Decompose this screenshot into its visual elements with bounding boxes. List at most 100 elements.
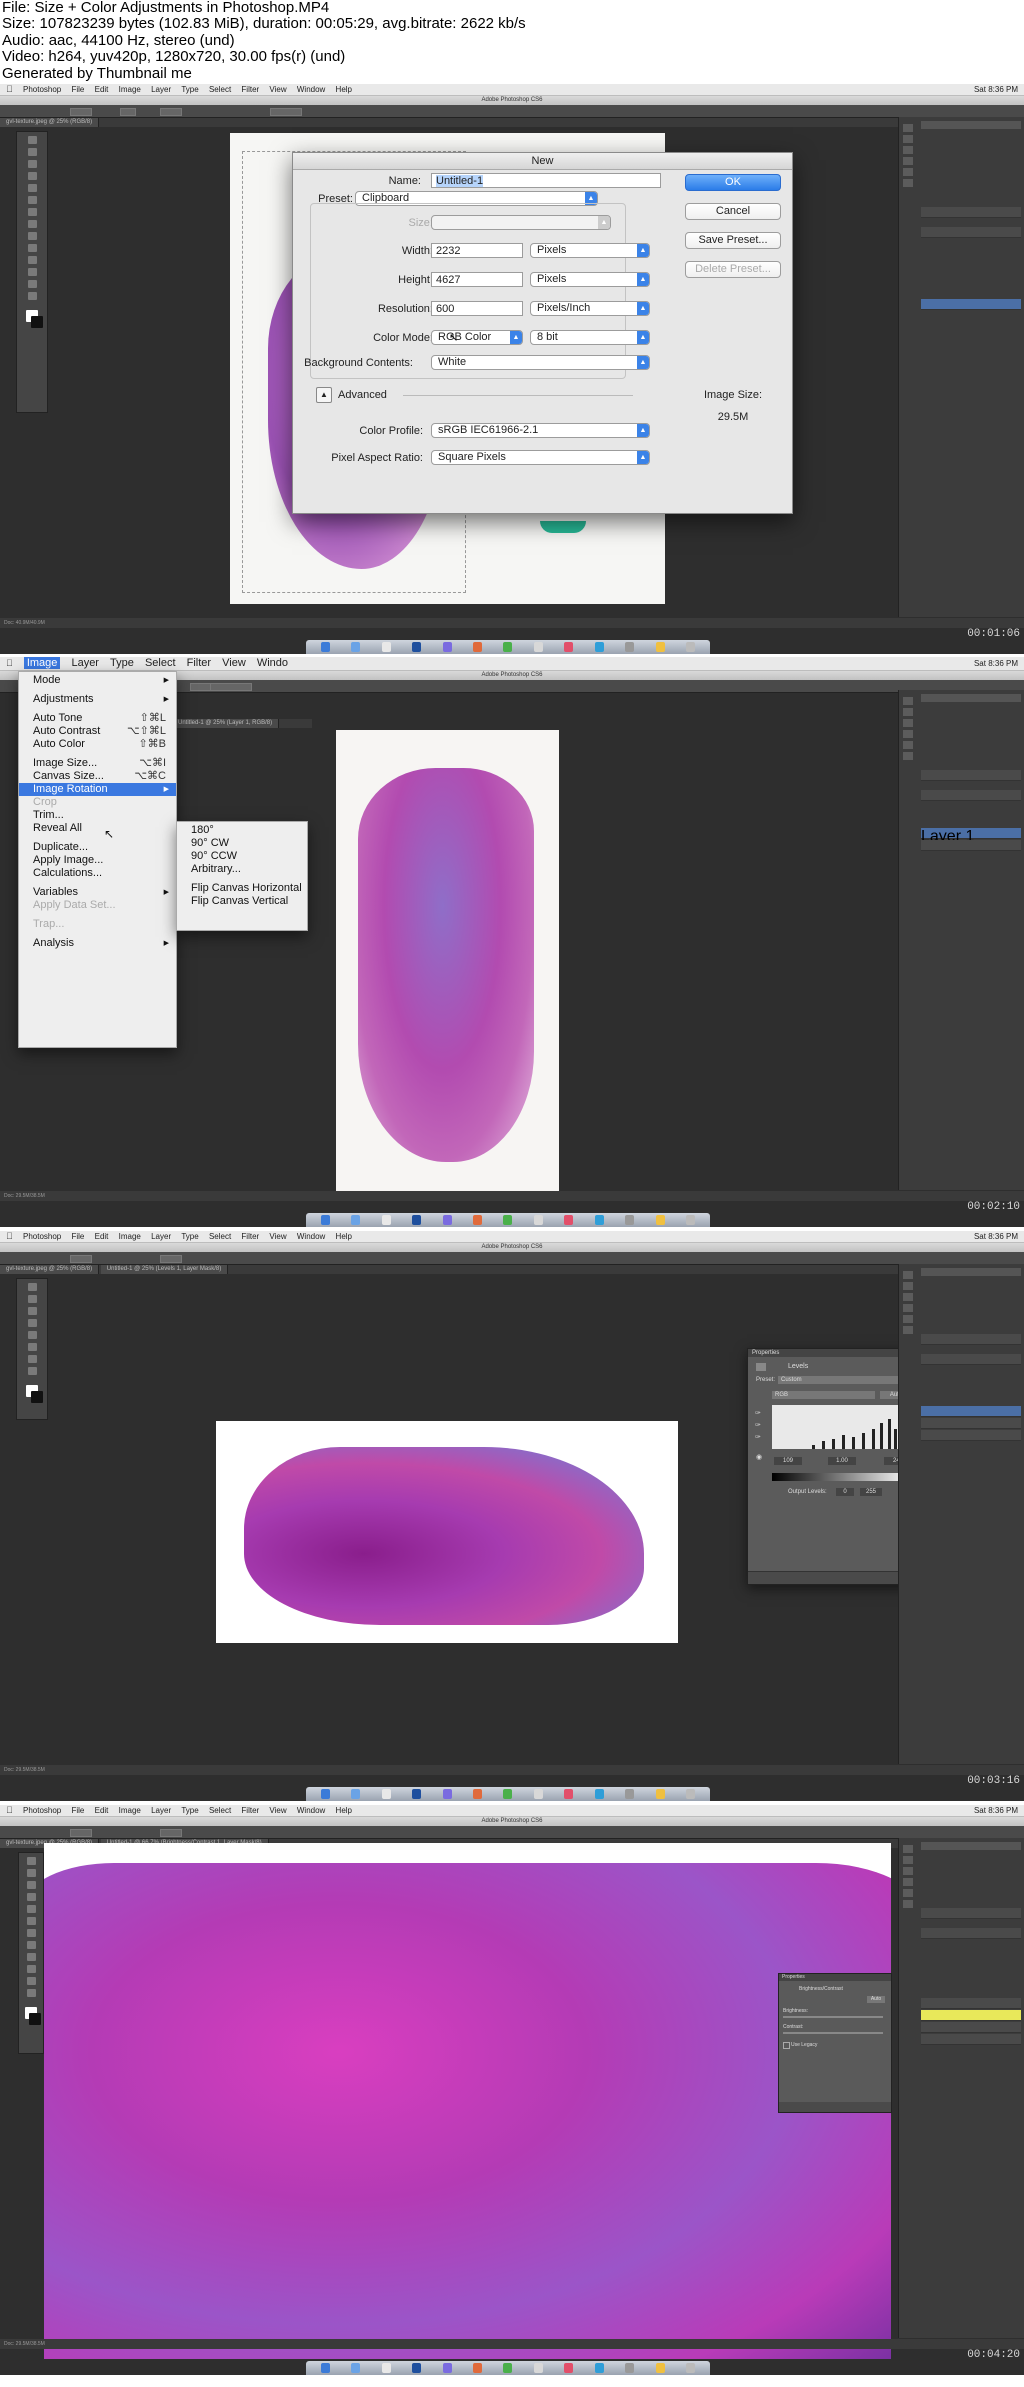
eyedropper-gray-icon[interactable]: ✑ <box>755 1421 761 1429</box>
menu-edit[interactable]: Edit <box>95 1806 109 1815</box>
photoshop-dock-icon[interactable] <box>412 2363 422 2373</box>
menu-item-flip-horizontal[interactable]: Flip Canvas Horizontal <box>177 882 307 895</box>
menu-photoshop[interactable]: Photoshop <box>23 85 61 94</box>
save-preset-button[interactable]: Save Preset... <box>685 232 781 249</box>
eyedropper-tool-icon[interactable] <box>27 196 37 204</box>
finder-icon[interactable] <box>320 1789 330 1799</box>
app-icon[interactable] <box>625 1789 635 1799</box>
height-field[interactable]: 4627 <box>431 272 523 287</box>
app-icon[interactable] <box>594 2363 604 2373</box>
channel-select[interactable]: RGB <box>772 1391 875 1399</box>
background-color-swatch[interactable] <box>31 316 43 328</box>
document-canvas[interactable] <box>336 730 559 1192</box>
layer-row[interactable]: Layer 1 <box>921 828 1021 845</box>
menu-image[interactable]: Image <box>23 657 61 669</box>
trash-icon[interactable] <box>686 1215 696 1225</box>
layers-tab-row[interactable] <box>921 227 1021 238</box>
menu-item-mode[interactable]: Mode <box>19 674 176 687</box>
finder-icon[interactable] <box>320 2363 330 2373</box>
cancel-button[interactable]: Cancel <box>685 203 781 220</box>
menu-layer[interactable]: Layer <box>151 1232 171 1241</box>
hand-tool-icon[interactable] <box>27 280 37 288</box>
menu-layer[interactable]: Layer <box>151 85 171 94</box>
menu-select[interactable]: Select <box>209 1232 231 1241</box>
crop-tool-icon[interactable] <box>26 1905 36 1913</box>
apple-icon[interactable]:  <box>6 84 13 94</box>
menu-item-rotate-180[interactable]: 180° <box>177 824 307 837</box>
width-unit-select[interactable]: Pixels ▲ <box>530 243 650 258</box>
menu-view[interactable]: View <box>269 85 286 94</box>
doc-tab[interactable]: gvl-texture.jpeg @ 25% (RGB/8) <box>0 1265 100 1274</box>
wand-tool-icon[interactable] <box>26 1893 36 1901</box>
eraser-tool-icon[interactable] <box>26 1953 36 1961</box>
app-icon[interactable] <box>533 1215 543 1225</box>
marquee-tool-icon[interactable] <box>27 1295 37 1303</box>
menu-item-apply-image[interactable]: Apply Image... <box>19 854 176 867</box>
layer-row-bc[interactable] <box>921 1998 1021 2009</box>
adjustments-row[interactable] <box>921 1908 1021 1919</box>
stamp-tool-icon[interactable] <box>26 1941 36 1949</box>
menu-item-reveal-all[interactable]: Reveal All <box>19 822 176 835</box>
width-field[interactable]: 2232 <box>431 243 523 258</box>
panel-tab[interactable] <box>921 694 1021 702</box>
input-black-field[interactable]: 109 <box>774 1457 802 1465</box>
app-icon[interactable] <box>351 642 361 652</box>
marquee-tool-icon[interactable] <box>27 148 37 156</box>
menu-photoshop[interactable]: Photoshop <box>23 1232 61 1241</box>
app-icon[interactable] <box>655 1215 665 1225</box>
menu-layer[interactable]: Layer <box>71 657 99 669</box>
layer-row-background[interactable] <box>921 1430 1021 1441</box>
move-tool-icon[interactable] <box>26 1857 36 1865</box>
app-icon[interactable] <box>625 642 635 652</box>
menu-item-adjustments[interactable]: Adjustments <box>19 693 176 706</box>
menu-item-rotate-90-cw[interactable]: 90° CW <box>177 837 307 850</box>
zoom-tool-icon[interactable] <box>27 292 37 300</box>
layers-tab-row[interactable] <box>921 1928 1021 1939</box>
doc-tab[interactable]: Untitled-1 @ 25% (Levels 1, Layer Mask/8… <box>100 1265 229 1274</box>
menu-item-image-size[interactable]: Image Size... ⌥⌘I <box>19 757 176 770</box>
menu-window[interactable]: Window <box>297 1806 325 1815</box>
menu-item-trim[interactable]: Trim... <box>19 809 176 822</box>
photoshop-dock-icon[interactable] <box>412 642 422 652</box>
trash-icon[interactable] <box>686 1789 696 1799</box>
layer-row-layer1[interactable] <box>921 1418 1021 1429</box>
app-icon[interactable] <box>533 2363 543 2373</box>
move-tool-icon[interactable] <box>27 136 37 144</box>
menu-item-variables[interactable]: Variables <box>19 886 176 899</box>
menu-type[interactable]: Type <box>181 1806 198 1815</box>
eraser-tool-icon[interactable] <box>27 232 37 240</box>
app-icon[interactable] <box>472 1789 482 1799</box>
menu-window[interactable]: Windo <box>257 657 288 669</box>
document-canvas[interactable] <box>216 1421 678 1643</box>
clip-icon[interactable]: ◉ <box>756 1453 762 1461</box>
type-tool-icon[interactable] <box>27 1355 37 1363</box>
app-icon[interactable] <box>503 1789 513 1799</box>
menu-filter[interactable]: Filter <box>241 85 259 94</box>
menu-select[interactable]: Select <box>145 657 176 669</box>
app-icon[interactable] <box>533 1789 543 1799</box>
zoom-tool-icon[interactable] <box>27 1367 37 1375</box>
apple-icon[interactable]:  <box>6 1805 13 1815</box>
menu-view[interactable]: View <box>269 1806 286 1815</box>
document-canvas[interactable] <box>44 1843 891 2359</box>
apple-icon[interactable]:  <box>6 658 13 668</box>
eyedropper-white-icon[interactable]: ✑ <box>755 1433 761 1441</box>
layers-tab-row[interactable] <box>921 1354 1021 1365</box>
menu-image[interactable]: Image <box>119 1232 141 1241</box>
app-icon[interactable] <box>381 2363 391 2373</box>
menu-item-calculations[interactable]: Calculations... <box>19 867 176 880</box>
preset-select[interactable]: Custom <box>778 1376 911 1384</box>
menu-item-canvas-size[interactable]: Canvas Size... ⌥⌘C <box>19 770 176 783</box>
app-icon[interactable] <box>351 2363 361 2373</box>
lasso-tool-icon[interactable] <box>27 160 37 168</box>
app-icon[interactable] <box>564 1789 574 1799</box>
resolution-unit-select[interactable]: Pixels/Inch ▲ <box>530 301 650 316</box>
app-icon[interactable] <box>351 1789 361 1799</box>
pen-tool-icon[interactable] <box>27 256 37 264</box>
app-icon[interactable] <box>442 642 452 652</box>
menu-edit[interactable]: Edit <box>95 1232 109 1241</box>
menu-filter[interactable]: Filter <box>241 1806 259 1815</box>
stamp-tool-icon[interactable] <box>27 220 37 228</box>
app-icon[interactable] <box>594 1789 604 1799</box>
panel-tab[interactable] <box>921 121 1021 129</box>
